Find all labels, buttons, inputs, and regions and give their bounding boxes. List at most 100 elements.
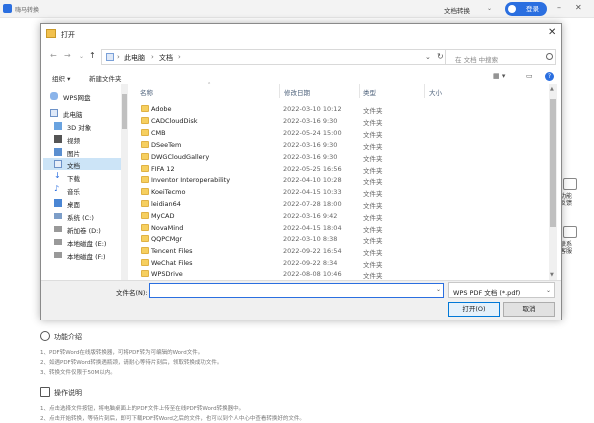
up-icon[interactable]: ↑ xyxy=(89,51,96,60)
breadcrumb-this-pc[interactable]: 此电脑 xyxy=(124,53,145,63)
tree-label: 下载 xyxy=(67,175,80,183)
refresh-icon[interactable]: ↻ xyxy=(437,52,444,61)
breadcrumb-documents[interactable]: 文档 xyxy=(159,53,173,63)
column-header-name[interactable]: 名称 xyxy=(140,87,153,101)
file-row[interactable]: leidian64 2022-07-28 18:00 文件夹 xyxy=(136,199,546,210)
file-date: 2022-03-10 8:38 xyxy=(283,235,338,243)
tree-label: 本地磁盘 (E:) xyxy=(67,240,107,248)
forward-icon[interactable]: → xyxy=(64,51,71,60)
file-name: MyCAD xyxy=(151,212,175,220)
file-type: 文件夹 xyxy=(363,214,383,222)
feedback-label[interactable]: 功能 反馈 xyxy=(560,193,580,207)
file-row[interactable]: MyCAD 2022-03-16 9:42 文件夹 xyxy=(136,211,546,222)
file-date: 2022-03-10 10:12 xyxy=(283,105,342,113)
column-divider[interactable] xyxy=(359,84,360,98)
file-name: Tencent Files xyxy=(151,247,193,255)
file-row[interactable]: CADCloudDisk 2022-03-16 9:30 文件夹 xyxy=(136,116,546,127)
file-row[interactable]: NovaMind 2022-04-15 18:04 文件夹 xyxy=(136,223,546,234)
tree-item-documents[interactable]: 文档 xyxy=(43,158,121,170)
scroll-down-icon[interactable]: ▼ xyxy=(550,272,554,278)
chevron-right-icon[interactable]: › xyxy=(117,53,120,61)
column-header-size[interactable]: 大小 xyxy=(429,87,442,101)
service-label[interactable]: 联系 客服 xyxy=(560,241,580,255)
address-bar[interactable]: › 此电脑 › 文档 › ⌄ ↻ xyxy=(101,49,446,65)
folder-icon xyxy=(141,117,149,124)
file-type: 文件夹 xyxy=(363,237,383,245)
intro-line: 1、PDF转Word在线版转换器，可将PDF转为可编辑的Word文件。 xyxy=(40,350,204,356)
cancel-button[interactable]: 取消 xyxy=(503,302,555,317)
back-icon[interactable]: ← xyxy=(50,51,57,60)
chevron-down-icon[interactable]: ⌄ xyxy=(79,53,84,60)
file-type: 文件夹 xyxy=(363,190,383,198)
search-input[interactable]: 在 文档 中搜索 xyxy=(445,49,556,65)
tree-scrollbar-thumb[interactable] xyxy=(122,94,127,129)
file-name: WeChat Files xyxy=(151,259,193,267)
service-icon[interactable] xyxy=(563,226,577,238)
drive-icon xyxy=(54,239,62,245)
file-row[interactable]: CMB 2022-05-24 15:00 文件夹 xyxy=(136,128,546,139)
file-name: CADCloudDisk xyxy=(151,117,198,125)
folder-icon xyxy=(141,259,149,266)
new-folder-button[interactable]: 新建文件夹 xyxy=(89,73,122,83)
app-tab-document-convert[interactable]: 文档转换 xyxy=(444,5,470,15)
scroll-up-icon[interactable]: ▲ xyxy=(550,86,554,92)
file-row[interactable]: DSeeTem 2022-03-16 9:30 文件夹 xyxy=(136,140,546,151)
folder-icon xyxy=(141,200,149,207)
drive-icon xyxy=(54,213,62,219)
close-icon[interactable]: ✕ xyxy=(548,27,556,38)
tree-label: 视频 xyxy=(67,137,80,145)
column-divider[interactable] xyxy=(424,84,425,98)
drive-icon xyxy=(54,252,62,258)
filename-label: 文件名(N): xyxy=(116,289,148,297)
filetype-select[interactable]: WPS PDF 文档 (*.pdf) ⌄ xyxy=(448,282,555,298)
close-icon[interactable]: ✕ xyxy=(575,3,582,12)
file-row[interactable]: KoeiTecmo 2022-04-15 10:33 文件夹 xyxy=(136,187,546,198)
info-icon xyxy=(40,331,50,341)
tree-label: 文档 xyxy=(67,162,80,170)
file-type: 文件夹 xyxy=(363,155,383,163)
computer-icon xyxy=(50,109,58,117)
login-button[interactable]: 登录 xyxy=(505,2,547,16)
file-row[interactable]: Tencent Files 2022-09-22 16:54 文件夹 xyxy=(136,246,546,257)
file-row[interactable]: FIFA 12 2022-05-25 16:56 文件夹 xyxy=(136,164,546,175)
open-button[interactable]: 打开(O) xyxy=(448,302,500,317)
column-header-date[interactable]: 修改日期 xyxy=(284,87,310,101)
chevron-down-icon[interactable]: ⌄ xyxy=(425,53,431,61)
file-row[interactable]: Inventor Interoperability 2022-04-10 10:2… xyxy=(136,175,546,186)
login-label: 登录 xyxy=(526,5,539,13)
column-header-type[interactable]: 类型 xyxy=(363,87,376,101)
preview-pane-icon[interactable]: ▭ xyxy=(526,72,533,80)
file-name: WPSDrive xyxy=(151,270,183,278)
minimize-icon[interactable]: – xyxy=(557,3,561,12)
chevron-right-icon[interactable]: › xyxy=(151,53,154,61)
organize-menu[interactable]: 组织 ▾ xyxy=(52,73,70,83)
chevron-down-icon[interactable]: ⌄ xyxy=(487,5,492,12)
file-type: 文件夹 xyxy=(363,226,383,234)
cloud-icon xyxy=(50,92,58,100)
file-name: DSeeTem xyxy=(151,141,182,149)
chevron-down-icon[interactable]: ⌄ xyxy=(436,286,441,293)
file-date: 2022-09-22 16:54 xyxy=(283,247,342,255)
dialog-title: 打开 xyxy=(61,31,75,39)
navigation-tree: WPS网盘 此电脑 3D 对象 视频 图片 文档 ↓ 下载 ♪ 音乐 桌面 系统… xyxy=(42,84,124,280)
feedback-icon[interactable] xyxy=(563,178,577,190)
file-row[interactable]: Adobe 2022-03-10 10:12 文件夹 xyxy=(136,104,546,115)
file-type: 文件夹 xyxy=(363,107,383,115)
file-row[interactable]: DWGCloudGallery 2022-03-16 9:30 文件夹 xyxy=(136,152,546,163)
file-date: 2022-05-24 15:00 xyxy=(283,129,342,137)
chevron-right-icon[interactable]: › xyxy=(178,53,181,61)
file-row[interactable]: QQPCMgr 2022-03-10 8:38 文件夹 xyxy=(136,234,546,245)
file-row[interactable]: WPSDrive 2022-08-08 10:46 文件夹 xyxy=(136,269,546,279)
file-row[interactable]: WeChat Files 2022-09-22 8:34 文件夹 xyxy=(136,258,546,269)
view-options-icon[interactable]: ▦ ▾ xyxy=(493,72,505,80)
filename-input[interactable] xyxy=(149,283,444,298)
help-icon[interactable]: ? xyxy=(545,72,554,81)
image-icon xyxy=(54,148,62,156)
file-list-scrollbar-thumb[interactable] xyxy=(550,99,556,227)
column-divider[interactable] xyxy=(279,84,280,98)
video-icon xyxy=(54,135,62,143)
file-name: CMB xyxy=(151,129,166,137)
file-type: 文件夹 xyxy=(363,131,383,139)
file-type: 文件夹 xyxy=(363,178,383,186)
file-type: 文件夹 xyxy=(363,167,383,175)
